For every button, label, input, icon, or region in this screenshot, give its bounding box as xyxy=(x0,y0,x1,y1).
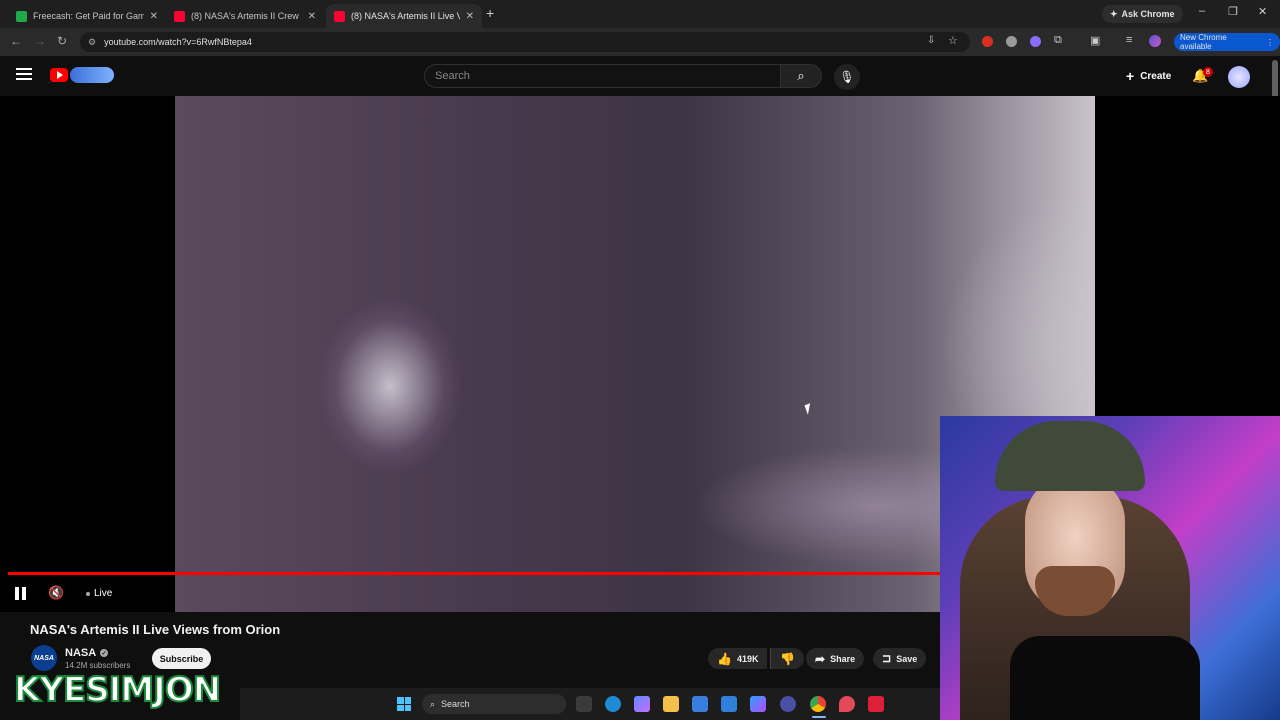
file-explorer-icon[interactable] xyxy=(663,696,679,712)
side-panel-icon[interactable]: ▣ xyxy=(1090,34,1100,47)
streamer-webcam-overlay xyxy=(940,416,1280,720)
progress-bar[interactable] xyxy=(8,572,940,575)
account-avatar[interactable] xyxy=(1228,66,1250,88)
tab-title: Freecash: Get Paid for Games & xyxy=(33,11,144,21)
close-tab-icon[interactable]: ✕ xyxy=(150,11,158,22)
plus-icon: + xyxy=(1126,68,1135,84)
minimize-icon[interactable]: – xyxy=(1199,5,1205,17)
freecash-favicon-icon xyxy=(16,10,27,22)
new-chrome-available-button[interactable]: New Chrome available ⋮ xyxy=(1174,33,1280,51)
pause-icon xyxy=(15,587,19,600)
address-bar[interactable]: ⚙ youtube.com/watch?v=6RwfNBtepa4 xyxy=(80,32,970,52)
tab-artemis-crew[interactable]: (8) NASA's Artemis II Crew Flie ✕ xyxy=(166,4,324,28)
channel-name-text: NASA xyxy=(65,647,97,659)
taskbar-search[interactable]: ⌕ Search xyxy=(422,694,566,714)
search-input[interactable]: Search xyxy=(424,64,781,88)
streamer-watermark: KYESIMJON xyxy=(13,669,222,711)
thumbs-up-icon: 👍 xyxy=(717,651,732,666)
microphone-icon: 🎙 xyxy=(839,70,855,84)
youtube-favicon-icon xyxy=(174,10,185,22)
webcam-shirt xyxy=(1010,636,1200,720)
chrome-icon[interactable] xyxy=(810,696,826,712)
edge-browser-icon[interactable] xyxy=(605,696,621,712)
app-icon[interactable] xyxy=(780,696,796,712)
create-label: Create xyxy=(1140,70,1172,82)
channel-avatar[interactable]: NASA xyxy=(31,645,57,671)
ask-chrome-button[interactable]: ✦ Ask Chrome xyxy=(1102,5,1183,23)
dislike-button[interactable]: 👎 xyxy=(770,648,804,669)
live-badge[interactable]: Live xyxy=(86,588,112,599)
restore-icon[interactable]: ❐ xyxy=(1228,5,1238,18)
hamburger-menu-icon[interactable] xyxy=(16,68,32,83)
thumbs-down-icon: 👎 xyxy=(780,651,795,666)
youtube-logo-icon[interactable] xyxy=(50,68,68,82)
install-app-icon[interactable]: ⇩ xyxy=(927,35,935,46)
extension-gray-icon[interactable] xyxy=(1006,36,1017,47)
more-vertical-icon: ⋮ xyxy=(1266,37,1274,47)
extension-purple-icon[interactable] xyxy=(1030,36,1041,47)
create-button[interactable]: + Create xyxy=(1120,65,1177,87)
share-arrow-icon: ➦ xyxy=(815,651,826,666)
search-icon: ⌕ xyxy=(797,68,805,83)
copilot-icon[interactable] xyxy=(634,696,650,712)
site-info-icon[interactable]: ⚙ xyxy=(88,37,96,48)
subscriber-count: 14.2M subscribers xyxy=(65,661,131,670)
bookmark-star-icon[interactable]: ☆ xyxy=(948,34,958,47)
forward-icon[interactable]: → xyxy=(34,34,46,48)
pause-icon-bar xyxy=(22,587,26,600)
tab-freecash[interactable]: Freecash: Get Paid for Games & ✕ xyxy=(8,4,166,28)
share-button[interactable]: ➦ Share xyxy=(806,648,865,669)
reload-icon[interactable]: ↻ xyxy=(57,34,67,48)
tab-artemis-live[interactable]: (8) NASA's Artemis II Live Views ✕ xyxy=(326,4,482,28)
like-count: 419K xyxy=(736,653,759,664)
tab-title: (8) NASA's Artemis II Crew Flie xyxy=(191,11,302,21)
close-window-icon[interactable]: ✕ xyxy=(1258,5,1267,18)
video-title: NASA's Artemis II Live Views from Orion xyxy=(30,622,281,637)
bookmark-icon: ⊐ xyxy=(882,653,892,665)
extensions-puzzle-icon[interactable]: ⧉ xyxy=(1054,34,1062,47)
search-button[interactable]: ⌕ xyxy=(780,64,822,88)
microsoft-store-icon[interactable] xyxy=(692,696,708,712)
maps-pin-icon[interactable] xyxy=(839,696,855,712)
voice-search-button[interactable]: 🎙 xyxy=(834,64,860,90)
url-text: youtube.com/watch?v=6RwfNBtepa4 xyxy=(104,37,252,47)
save-button[interactable]: ⊐ Save xyxy=(873,648,927,669)
muted-volume-icon[interactable]: 🔇 xyxy=(48,585,64,601)
live-dot-icon xyxy=(86,591,90,596)
profile-icon[interactable] xyxy=(1149,35,1161,47)
live-label: Live xyxy=(94,588,113,599)
extension-red-icon[interactable] xyxy=(982,36,993,47)
close-tab-icon[interactable]: ✕ xyxy=(466,11,474,22)
pause-button[interactable] xyxy=(15,587,27,600)
channel-name[interactable]: NASA ✓ xyxy=(65,647,109,659)
webcam-cap xyxy=(995,421,1145,491)
mail-icon[interactable] xyxy=(721,696,737,712)
like-button[interactable]: 👍 419K xyxy=(708,648,768,669)
back-icon[interactable]: ← xyxy=(10,34,22,48)
active-app-indicator xyxy=(812,716,826,718)
close-tab-icon[interactable]: ✕ xyxy=(308,11,316,22)
new-tab-icon[interactable]: + xyxy=(486,5,494,21)
windows-start-icon[interactable] xyxy=(397,697,411,711)
search-placeholder: Search xyxy=(435,70,470,82)
task-view-icon[interactable] xyxy=(576,696,592,712)
media-controls-icon[interactable]: ≡ xyxy=(1126,34,1132,46)
verified-check-icon: ✓ xyxy=(100,649,109,657)
recording-app-icon[interactable] xyxy=(868,696,884,712)
ask-chrome-label: Ask Chrome xyxy=(1121,9,1175,19)
youtube-favicon-icon xyxy=(334,10,345,22)
new-chrome-label: New Chrome available xyxy=(1180,33,1227,51)
subscribe-button[interactable]: Subscribe xyxy=(152,648,211,669)
youtube-doodle-icon[interactable] xyxy=(70,67,114,83)
microsoft-365-icon[interactable] xyxy=(750,696,766,712)
sparkle-icon: ✦ xyxy=(1110,8,1118,19)
taskbar-search-label: Search xyxy=(441,699,470,709)
tab-title: (8) NASA's Artemis II Live Views xyxy=(351,11,460,21)
save-label: Save xyxy=(896,653,918,664)
search-icon: ⌕ xyxy=(430,698,436,709)
share-label: Share xyxy=(830,653,856,664)
notification-count-badge: 8 xyxy=(1203,67,1213,77)
